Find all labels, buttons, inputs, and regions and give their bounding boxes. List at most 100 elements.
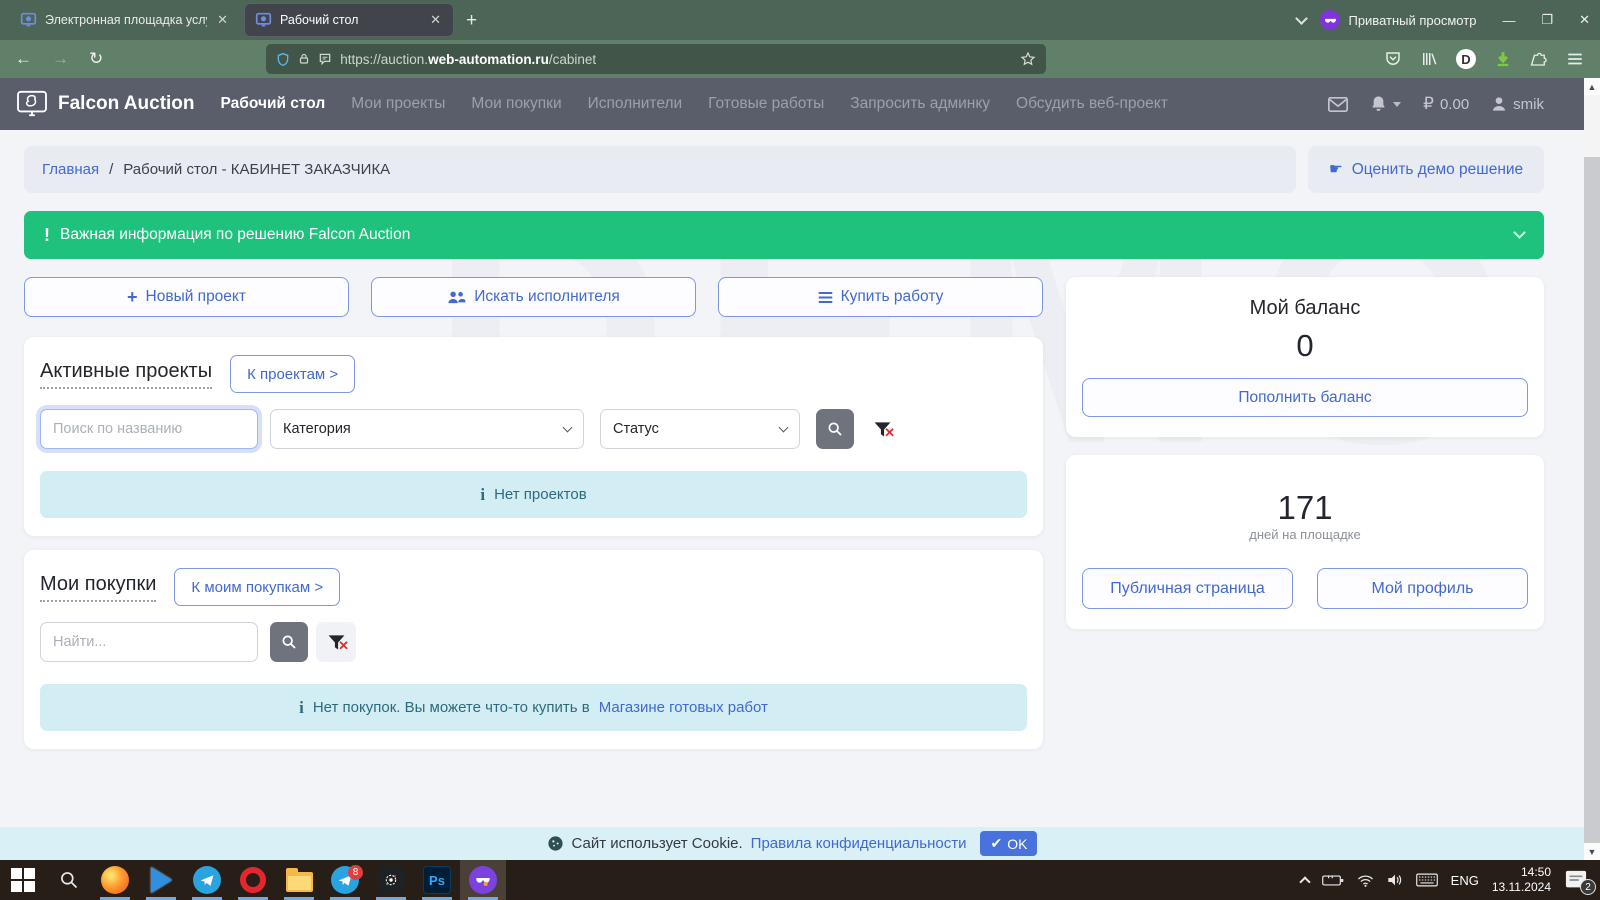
public-page-button[interactable]: Публичная страница <box>1082 568 1293 609</box>
tray-expand-icon[interactable] <box>1299 876 1310 887</box>
shop-ready-works-link[interactable]: Магазине готовых работ <box>599 699 768 716</box>
purchase-filter-reset-button[interactable]: ✕ <box>316 622 356 662</box>
breadcrumb: Главная / Рабочий стол - КАБИНЕТ ЗАКАЗЧИ… <box>24 146 1296 193</box>
taskbar-firefox-icon[interactable] <box>92 860 138 900</box>
exclamation-icon: ! <box>44 225 50 246</box>
user-menu[interactable]: smik <box>1491 96 1544 113</box>
volume-icon[interactable] <box>1387 873 1403 887</box>
touch-keyboard-icon[interactable] <box>1416 873 1438 887</box>
duckduckgo-extension-icon[interactable]: D <box>1456 49 1476 69</box>
url-text: https://auction.web-automation.ru/cabine… <box>340 52 596 67</box>
project-filter-reset-button[interactable]: ✕ <box>862 409 902 449</box>
clock[interactable]: 14:50 13.11.2024 <box>1492 865 1551 895</box>
taskbar-media-player-icon[interactable] <box>138 860 184 900</box>
rate-demo-button[interactable]: ☛ Оценить демо решение <box>1308 146 1544 193</box>
to-projects-button[interactable]: К проектам > <box>230 355 355 393</box>
brand-name: Falcon Auction <box>58 93 195 115</box>
nav-my-projects[interactable]: Мои проекты <box>351 95 445 113</box>
important-info-banner[interactable]: ! Важная информация по решению Falcon Au… <box>24 211 1544 259</box>
status-select[interactable]: Статус <box>600 409 800 449</box>
tab-cabinet[interactable]: Рабочий стол ✕ <box>244 3 454 37</box>
category-select[interactable]: Категория <box>270 409 584 449</box>
back-button[interactable]: ← <box>10 49 37 69</box>
purchase-search-input[interactable] <box>40 622 258 662</box>
taskbar-firefox-private-icon[interactable] <box>460 860 506 900</box>
reload-button[interactable]: ↻ <box>84 49 108 69</box>
active-projects-card: Активные проекты К проектам > Категория … <box>24 337 1043 536</box>
messages-envelope-icon[interactable] <box>1328 97 1348 112</box>
notifications-menu[interactable] <box>1370 95 1401 113</box>
address-bar[interactable]: https://auction.web-automation.ru/cabine… <box>266 44 1046 74</box>
chevron-down-icon <box>1513 226 1526 239</box>
window-close-button[interactable]: ✕ <box>1579 12 1590 28</box>
search-icon <box>827 421 843 437</box>
menu-hamburger-icon[interactable] <box>1566 51 1584 67</box>
taskbar-photoshop-icon[interactable]: Ps <box>414 860 460 900</box>
tracking-shield-icon[interactable] <box>276 52 290 67</box>
start-button[interactable] <box>0 860 46 900</box>
extensions-puzzle-icon[interactable] <box>1530 50 1548 68</box>
tray-time: 14:50 <box>1492 865 1551 880</box>
notification-center-button[interactable]: 2 <box>1564 869 1590 891</box>
nav-executors[interactable]: Исполнители <box>588 95 683 113</box>
purchase-search-button[interactable] <box>270 622 308 662</box>
window-restore-button[interactable]: ❐ <box>1541 12 1553 28</box>
my-profile-button[interactable]: Мой профиль <box>1317 568 1528 609</box>
page-content: Главная / Рабочий стол - КАБИНЕТ ЗАКАЗЧИ… <box>0 130 1600 763</box>
breadcrumb-home-link[interactable]: Главная <box>42 161 99 178</box>
taskbar-search-button[interactable] <box>46 860 92 900</box>
battery-icon[interactable] <box>1322 874 1344 887</box>
wifi-icon[interactable] <box>1357 874 1374 887</box>
window-minimize-button[interactable]: — <box>1502 13 1515 28</box>
top-up-balance-button[interactable]: Пополнить баланс <box>1082 378 1528 417</box>
taskbar-capture-app-icon[interactable] <box>368 860 414 900</box>
language-indicator[interactable]: ENG <box>1451 873 1479 888</box>
nav-ready-works[interactable]: Готовые работы <box>708 95 824 113</box>
site-viewport: DEMO Falcon Auction Рабочий стол Мои про… <box>0 78 1600 860</box>
balance-indicator[interactable]: ₽ 0.00 <box>1423 94 1469 114</box>
nav-discuss-project[interactable]: Обсудить веб-проект <box>1016 95 1168 113</box>
ruble-icon: ₽ <box>1423 94 1434 114</box>
days-on-platform-card: 171 дней на площадке Публичная страница … <box>1066 455 1544 629</box>
taskbar-opera-icon[interactable] <box>230 860 276 900</box>
taskbar-telegram-icon[interactable] <box>184 860 230 900</box>
library-icon[interactable] <box>1420 50 1438 68</box>
tab-close-icon[interactable]: ✕ <box>428 12 443 28</box>
lock-icon[interactable] <box>298 52 310 66</box>
nav-my-purchases[interactable]: Мои покупки <box>471 95 561 113</box>
user-icon <box>1491 96 1507 112</box>
scrollbar-track[interactable] <box>1584 157 1600 843</box>
privacy-policy-link[interactable]: Правила конфиденциальности <box>751 835 967 852</box>
project-search-input[interactable] <box>40 409 258 449</box>
x-icon: ✕ <box>338 638 349 654</box>
new-tab-button[interactable]: + <box>456 6 487 40</box>
to-purchases-button[interactable]: К моим покупкам > <box>174 568 340 606</box>
new-project-button[interactable]: + Новый проект <box>24 277 349 317</box>
system-tray: ENG 14:50 13.11.2024 2 <box>1301 860 1600 900</box>
download-extension-icon[interactable] <box>1494 50 1512 68</box>
buy-work-button[interactable]: Купить работу <box>718 277 1043 317</box>
nav-request-admin[interactable]: Запросить админку <box>850 95 990 113</box>
tab-marketplace[interactable]: Электронная площадка услуг ✕ <box>10 3 240 37</box>
brand-logo[interactable]: Falcon Auction <box>16 90 195 118</box>
project-search-button[interactable] <box>816 409 854 449</box>
page-scrollbar[interactable]: ▲ ▼ <box>1584 78 1600 860</box>
scroll-up-button[interactable]: ▲ <box>1584 78 1600 95</box>
taskbar-messenger-icon[interactable]: 8 <box>322 860 368 900</box>
list-icon <box>818 291 833 304</box>
permissions-icon[interactable] <box>318 52 332 66</box>
forward-button[interactable]: → <box>47 49 74 69</box>
nav-desktop[interactable]: Рабочий стол <box>221 95 326 113</box>
list-all-tabs-icon[interactable] <box>1296 12 1309 25</box>
no-purchases-infobar: i Нет покупок. Вы можете что-то купить в… <box>40 684 1027 731</box>
bookmark-star-icon[interactable] <box>1020 51 1036 67</box>
caret-down-icon <box>1393 102 1401 107</box>
breadcrumb-separator: / <box>109 161 113 178</box>
find-executor-button[interactable]: Искать исполнителя <box>371 277 696 317</box>
cookie-ok-button[interactable]: ✔ OK <box>980 831 1037 856</box>
scrollbar-thumb[interactable] <box>1584 95 1600 157</box>
tab-close-icon[interactable]: ✕ <box>215 12 230 28</box>
scroll-down-button[interactable]: ▼ <box>1584 843 1600 860</box>
taskbar-file-explorer-icon[interactable] <box>276 860 322 900</box>
pocket-icon[interactable] <box>1384 50 1402 68</box>
